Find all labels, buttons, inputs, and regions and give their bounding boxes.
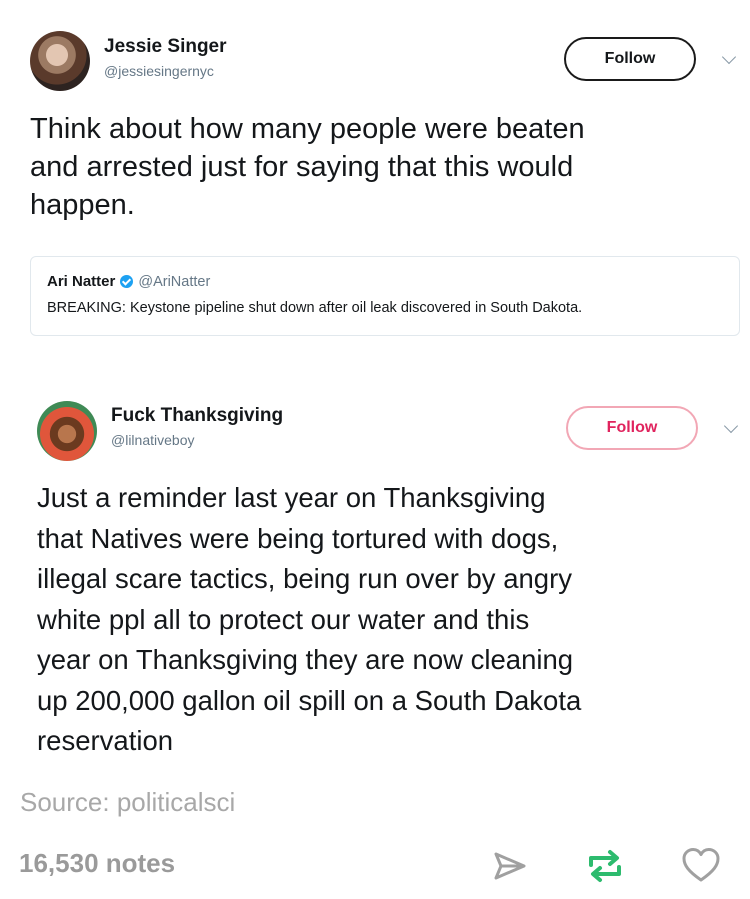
notes-count[interactable]: 16,530 notes — [19, 848, 175, 879]
follow-button[interactable]: Follow — [566, 406, 698, 450]
quoted-user-name: Ari Natter — [47, 273, 116, 290]
tweet-text: Just a reminder last year on Thanksgivin… — [37, 478, 737, 762]
user-name[interactable]: Jessie Singer — [104, 36, 227, 58]
verified-badge-icon — [120, 275, 134, 288]
tweet-text-line: year on Thanksgiving they are now cleani… — [37, 644, 574, 675]
tweet-text-line: and arrested just for saying that this w… — [30, 151, 574, 183]
tweet-text-line: Think about how many people were beaten — [30, 113, 585, 145]
quoted-user-handle: @AriNatter — [138, 273, 211, 290]
tweet-text-line: happen. — [30, 189, 135, 221]
chevron-down-icon[interactable] — [723, 418, 739, 434]
tweet-text-line: illegal scare tactics, being run over by… — [37, 563, 572, 594]
tweet-text-line: Just a reminder last year on Thanksgivin… — [37, 482, 546, 513]
user-name[interactable]: Fuck Thanksgiving — [111, 405, 283, 427]
tweet-text-line: reservation — [37, 725, 174, 756]
quoted-tweet-text: BREAKING: Keystone pipeline shut down af… — [47, 300, 583, 316]
source-link[interactable]: Source: politicalsci — [20, 787, 235, 818]
tweet-text-line: that Natives were being tortured with do… — [37, 522, 559, 554]
user-handle[interactable]: @lilnativeboy — [111, 432, 194, 448]
quoted-tweet-card[interactable]: Ari Natter @AriNatter BREAKING: Keystone… — [30, 256, 740, 336]
paper-plane-icon[interactable] — [490, 846, 530, 886]
tweet-text-line: white ppl all to protect our water and t… — [37, 603, 530, 635]
tweet-text: Think about how many people were beaten … — [30, 110, 730, 224]
avatar[interactable] — [30, 31, 90, 91]
follow-button[interactable]: Follow — [564, 37, 696, 81]
tweet-text-line: up 200,000 gallon oil spill on a South D… — [37, 684, 582, 716]
reblog-icon[interactable] — [583, 845, 627, 887]
chevron-down-icon[interactable] — [721, 49, 737, 65]
avatar[interactable] — [37, 401, 97, 461]
user-handle[interactable]: @jessiesingernyc — [104, 63, 214, 79]
heart-icon[interactable] — [680, 845, 722, 885]
